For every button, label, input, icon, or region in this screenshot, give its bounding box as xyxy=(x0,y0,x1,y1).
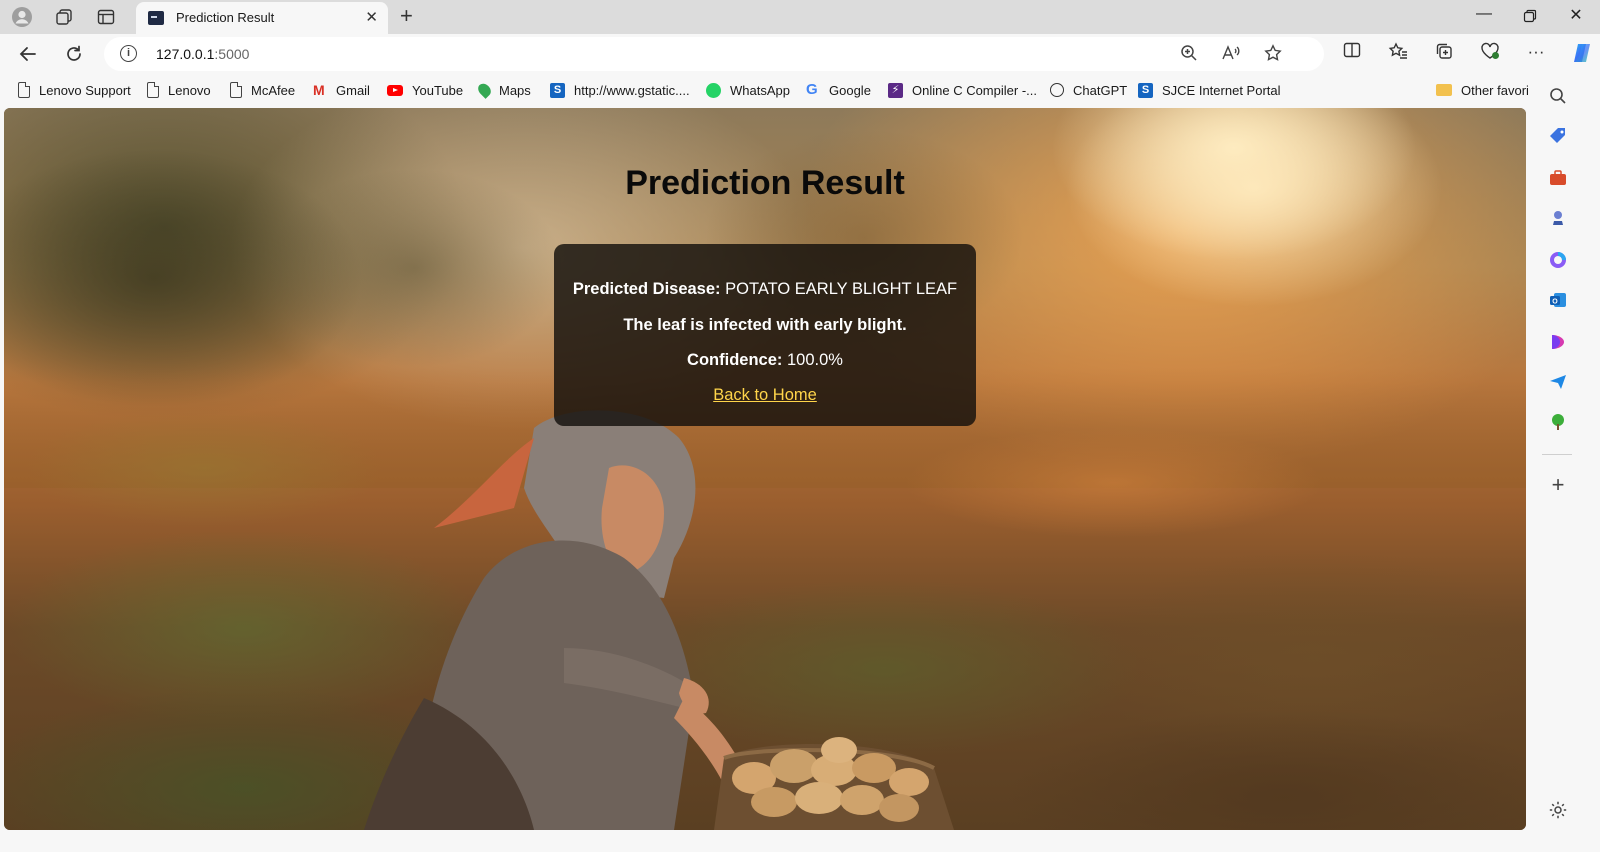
collections-icon[interactable] xyxy=(1432,42,1456,66)
bookmark-label: SJCE Internet Portal xyxy=(1162,82,1281,98)
prediction-result-card: Predicted Disease: POTATO EARLY BLIGHT L… xyxy=(554,244,976,426)
read-aloud-icon[interactable] xyxy=(1220,44,1242,66)
youtube-icon xyxy=(387,84,403,96)
bookmark-label: McAfee xyxy=(251,82,296,98)
gmail-icon: M xyxy=(313,82,325,98)
bookmark-label: Google xyxy=(829,82,871,98)
browser-essentials-icon[interactable] xyxy=(1478,42,1502,66)
tab-actions-icon[interactable] xyxy=(94,6,118,28)
bookmark-google[interactable]: G Google xyxy=(806,81,871,99)
bookmark-whatsapp[interactable]: WhatsApp xyxy=(706,81,790,99)
bookmark-label: ChatGPT xyxy=(1073,82,1128,98)
confidence-row: Confidence: 100.0% xyxy=(554,351,976,370)
back-link-row: Back to Home xyxy=(554,386,976,405)
tree-icon[interactable] xyxy=(1548,412,1568,432)
zoom-icon[interactable] xyxy=(1178,44,1200,66)
page-title: Prediction Result xyxy=(625,164,905,202)
workspaces-icon[interactable] xyxy=(52,6,76,28)
bookmark-label: http://www.gstatic.... xyxy=(574,82,690,98)
tab-title: Prediction Result xyxy=(176,10,275,25)
confidence-value: 100.0% xyxy=(786,351,843,369)
bookmark-label: Lenovo xyxy=(168,82,211,98)
bookmark-label: YouTube xyxy=(412,82,464,98)
split-screen-icon[interactable] xyxy=(1340,42,1364,66)
confidence-label: Confidence: xyxy=(687,351,783,369)
page-icon xyxy=(18,82,30,98)
url-text[interactable]: 127.0.0.1:5000 xyxy=(156,46,249,62)
microsoft-365-icon[interactable] xyxy=(1548,250,1568,270)
terminal-icon xyxy=(148,11,164,25)
folder-icon xyxy=(1436,84,1452,96)
google-icon: G xyxy=(806,81,818,98)
outlook-icon[interactable]: O xyxy=(1548,290,1568,310)
back-icon[interactable] xyxy=(16,42,40,66)
page-icon xyxy=(147,82,159,98)
bookmark-label: Online C Compiler -... xyxy=(912,82,1037,98)
games-icon[interactable] xyxy=(1548,208,1568,228)
bookmark-youtube[interactable]: YouTube xyxy=(387,81,463,99)
copilot-icon[interactable] xyxy=(1570,42,1594,66)
add-icon[interactable]: + xyxy=(1548,474,1568,496)
whatsapp-icon xyxy=(706,82,721,98)
close-tab-icon[interactable]: ✕ xyxy=(365,8,378,26)
bookmarks-bar: Lenovo Support Lenovo McAfee M Gmail YouT… xyxy=(0,74,1600,106)
compiler-icon: ⚡ xyxy=(888,82,903,98)
bookmark-label: WhatsApp xyxy=(730,82,790,98)
bookmark-maps[interactable]: Maps xyxy=(475,81,531,99)
bookmark-label: Lenovo Support xyxy=(39,82,131,98)
s-icon: S xyxy=(1138,82,1153,98)
send-icon[interactable] xyxy=(1548,372,1568,392)
bookmark-sjce-internet-portal[interactable]: S SJCE Internet Portal xyxy=(1138,81,1281,99)
favorite-star-icon[interactable] xyxy=(1262,44,1284,66)
farmer-woman-illustration xyxy=(364,410,954,830)
copilot-designer-icon[interactable] xyxy=(1548,332,1568,352)
bookmark-label: Gmail xyxy=(336,82,370,98)
profile-icon[interactable] xyxy=(10,6,34,28)
restore-icon[interactable] xyxy=(1520,5,1540,27)
title-bar: Prediction Result ✕ + — ✕ xyxy=(0,0,1600,34)
bookmark-lenovo[interactable]: Lenovo xyxy=(147,81,211,99)
back-to-home-link[interactable]: Back to Home xyxy=(713,386,817,404)
url-port: :5000 xyxy=(214,46,250,62)
shopping-tag-icon[interactable] xyxy=(1548,126,1568,146)
s-icon: S xyxy=(550,82,565,98)
bookmark-gmail[interactable]: M Gmail xyxy=(313,81,370,99)
url-host: 127.0.0.1 xyxy=(156,46,215,62)
svg-text:O: O xyxy=(1552,299,1558,306)
chatgpt-icon xyxy=(1050,83,1064,97)
tab-prediction-result[interactable]: Prediction Result ✕ xyxy=(136,2,388,34)
predicted-disease-row: Predicted Disease: POTATO EARLY BLIGHT L… xyxy=(554,280,976,299)
favorites-icon[interactable] xyxy=(1386,42,1410,66)
close-window-icon[interactable]: ✕ xyxy=(1566,5,1586,27)
bookmark-lenovo-support[interactable]: Lenovo Support xyxy=(18,81,131,99)
predicted-disease-value: POTATO EARLY BLIGHT LEAF xyxy=(725,280,958,298)
bookmark-mcafee[interactable]: McAfee xyxy=(230,81,295,99)
tools-briefcase-icon[interactable] xyxy=(1548,168,1568,188)
address-bar[interactable]: i 127.0.0.1:5000 xyxy=(104,37,1324,71)
new-tab-icon[interactable]: + xyxy=(400,3,413,29)
page-icon xyxy=(230,82,242,98)
page-viewport: Prediction Result Predicted Disease: POT… xyxy=(4,108,1526,830)
bookmark-chatgpt[interactable]: ChatGPT xyxy=(1050,81,1127,99)
navigation-bar: i 127.0.0.1:5000 ··· xyxy=(0,34,1600,74)
more-options-icon[interactable]: ··· xyxy=(1524,42,1548,66)
predicted-disease-label: Predicted Disease: xyxy=(572,280,721,298)
bookmark-label: Maps xyxy=(499,82,531,98)
search-icon[interactable] xyxy=(1548,86,1568,106)
bookmark-online-c-compiler[interactable]: ⚡ Online C Compiler -... xyxy=(888,81,1037,99)
disease-description: The leaf is infected with early blight. xyxy=(623,316,907,334)
site-info-icon[interactable]: i xyxy=(120,45,137,62)
edge-sidebar: O + xyxy=(1528,74,1600,852)
sidebar-divider xyxy=(1542,454,1572,455)
settings-gear-icon[interactable] xyxy=(1548,800,1568,820)
minimize-icon[interactable]: — xyxy=(1474,5,1494,27)
maps-icon xyxy=(475,81,494,99)
refresh-icon[interactable] xyxy=(62,42,86,66)
bookmark-gstatic[interactable]: Shttp://www.gstatic.... xyxy=(550,81,690,99)
